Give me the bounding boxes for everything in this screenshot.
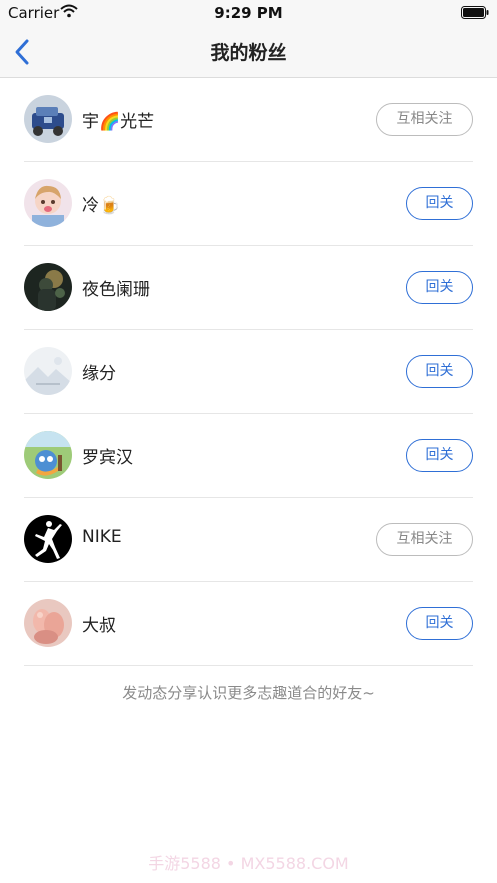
divider <box>24 665 473 666</box>
fan-name: 夜色阑珊 <box>82 280 150 300</box>
follow-back-button[interactable]: 回关 <box>406 355 473 388</box>
fan-name: 宇🌈光芒 <box>82 112 155 132</box>
avatar[interactable] <box>24 179 72 227</box>
avatar[interactable] <box>24 347 72 395</box>
list-item[interactable]: 缘分 回关 <box>0 330 497 414</box>
empty-hint-text: 发动态分享认识更多志趣道合的好友~ <box>122 684 375 702</box>
fan-name: 缘分 <box>82 364 116 384</box>
fan-name: 罗宾汉 <box>82 448 133 468</box>
mutual-follow-button[interactable]: 互相关注 <box>376 523 473 556</box>
avatar[interactable] <box>24 263 72 311</box>
list-item[interactable]: 罗宾汉 回关 <box>0 414 497 498</box>
list-item[interactable]: 大叔 回关 <box>0 582 497 666</box>
watermark: 手游5588 • MX5588.COM <box>148 854 349 873</box>
list-item[interactable]: NIKE 互相关注 <box>0 498 497 582</box>
navigation-bar: 我的粉丝 <box>0 26 497 78</box>
follow-back-button[interactable]: 回关 <box>406 271 473 304</box>
fans-list: 宇🌈光芒 互相关注 冷🍺 回关 夜色阑珊 回关 缘分 回关 罗宾汉 回关 NIK… <box>0 78 497 666</box>
battery-icon <box>461 6 489 19</box>
mutual-follow-button[interactable]: 互相关注 <box>376 103 473 136</box>
avatar[interactable] <box>24 599 72 647</box>
follow-back-button[interactable]: 回关 <box>406 439 473 472</box>
list-item[interactable]: 宇🌈光芒 互相关注 <box>0 78 497 162</box>
fan-name: 冷🍺 <box>82 196 121 216</box>
fan-name: NIKE <box>82 527 122 547</box>
follow-back-button[interactable]: 回关 <box>406 187 473 220</box>
status-time: 9:29 PM <box>214 4 283 22</box>
status-bar: Carrier 9:29 PM <box>0 0 497 26</box>
follow-back-button[interactable]: 回关 <box>406 607 473 640</box>
avatar[interactable] <box>24 515 72 563</box>
list-item[interactable]: 夜色阑珊 回关 <box>0 246 497 330</box>
avatar[interactable] <box>24 95 72 143</box>
avatar[interactable] <box>24 431 72 479</box>
fan-name: 大叔 <box>82 616 116 636</box>
page-title: 我的粉丝 <box>210 42 287 64</box>
list-item[interactable]: 冷🍺 回关 <box>0 162 497 246</box>
